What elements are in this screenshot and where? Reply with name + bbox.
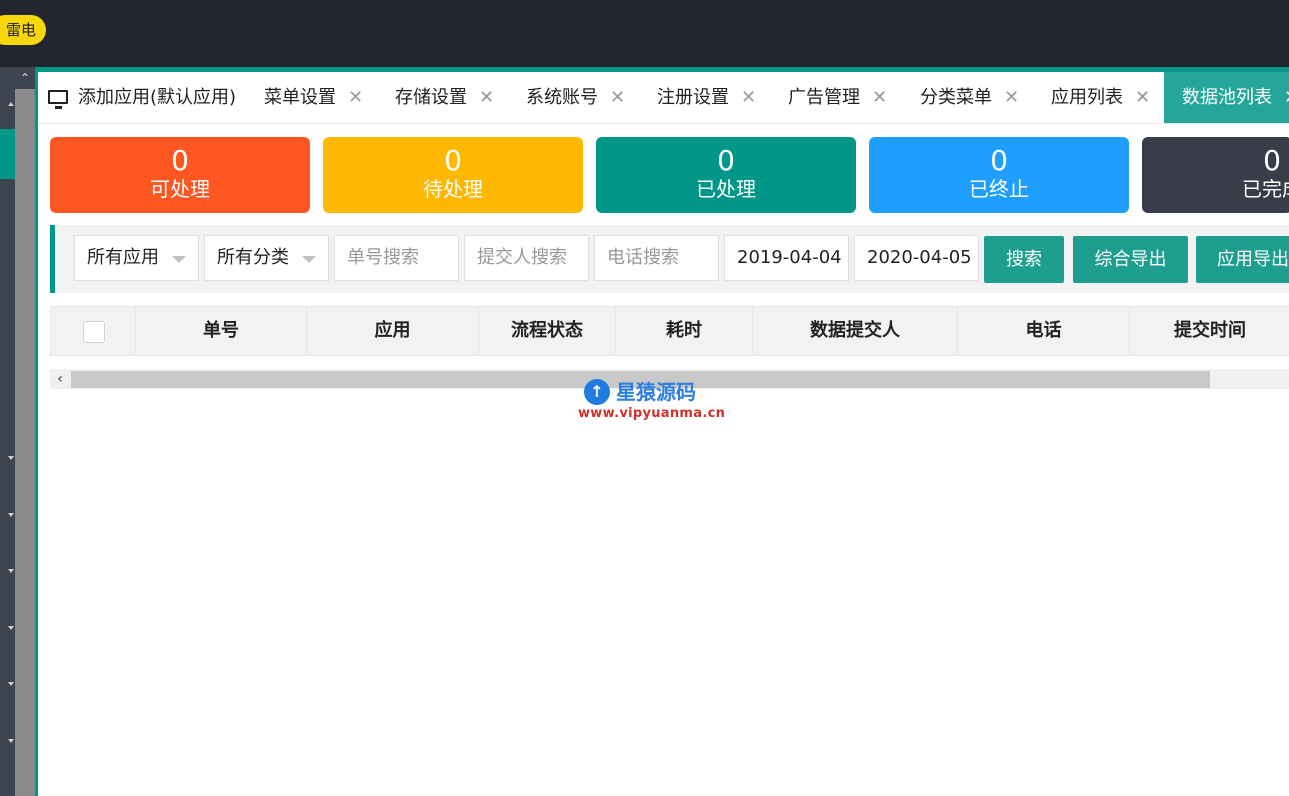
close-icon[interactable]: ✕ <box>479 87 494 108</box>
submitter-search-input[interactable]: 提交人搜索 <box>464 235 589 281</box>
date-end-input[interactable]: 2020-04-05 <box>854 235 979 281</box>
select-all-cell <box>51 307 136 355</box>
tab-label: 存储设置 <box>395 87 467 108</box>
stat-label: 已处理 <box>696 177 756 201</box>
sidebar-collapse-icon[interactable] <box>8 102 14 106</box>
stat-card-processable[interactable]: 0 可处理 <box>50 137 310 213</box>
chevron-down-icon <box>172 256 186 263</box>
stat-value: 0 <box>990 144 1008 177</box>
tab-label: 菜单设置 <box>264 87 336 108</box>
stat-label: 已终止 <box>969 177 1029 201</box>
close-icon[interactable]: ✕ <box>1004 87 1019 108</box>
sidebar-scrollbar[interactable]: ⌃ <box>15 67 35 796</box>
column-header[interactable]: 耗时 <box>616 307 753 355</box>
stat-label: 可处理 <box>150 177 210 201</box>
table-header: 单号 应用 流程状态 耗时 数据提交人 电话 提交时间 <box>50 306 1289 356</box>
tab-bar: 添加应用(默认应用) 菜单设置 ✕ 存储设置 ✕ 系统账号 ✕ 注册设置 ✕ 广告管理 ✕… <box>38 72 1289 124</box>
order-search-input[interactable]: 单号搜索 <box>334 235 459 281</box>
select-all-checkbox[interactable] <box>83 321 105 343</box>
column-header[interactable]: 提交时间 <box>1130 307 1289 355</box>
app-select-value: 所有应用 <box>87 247 159 268</box>
stat-label: 待处理 <box>423 177 483 201</box>
close-icon[interactable]: ✕ <box>1135 87 1150 108</box>
filter-bar: 所有应用 所有分类 单号搜索 提交人搜索 电话搜索 2019-04-04 202… <box>50 225 1289 293</box>
sidebar-item-active[interactable] <box>0 129 15 179</box>
stat-value: 0 <box>171 144 189 177</box>
main-content: 添加应用(默认应用) 菜单设置 ✕ 存储设置 ✕ 系统账号 ✕ 注册设置 ✕ 广告管理 ✕… <box>35 67 1289 796</box>
export-all-button[interactable]: 综合导出 <box>1073 236 1188 283</box>
close-icon[interactable]: ✕ <box>610 87 625 108</box>
top-header: 雷电 <box>0 0 1289 67</box>
watermark-name: 星猿源码 <box>616 380 696 404</box>
date-start-input[interactable]: 2019-04-04 <box>724 235 849 281</box>
phone-search-input[interactable]: 电话搜索 <box>594 235 719 281</box>
sidebar <box>0 67 15 796</box>
sidebar-expand-arrow-icon[interactable] <box>8 513 14 517</box>
stat-value: 0 <box>717 144 735 177</box>
stat-card-completed[interactable]: 0 已完成 <box>1142 137 1289 213</box>
column-header[interactable]: 流程状态 <box>479 307 616 355</box>
tab-label: 数据池列表 <box>1182 87 1272 108</box>
chevron-down-icon <box>302 256 316 263</box>
close-icon[interactable]: ✕ <box>348 87 363 108</box>
stat-card-terminated[interactable]: 0 已终止 <box>869 137 1129 213</box>
tab-label: 添加应用(默认应用) <box>78 87 237 108</box>
column-header[interactable]: 数据提交人 <box>753 307 958 355</box>
sidebar-expand-arrow-icon[interactable] <box>8 739 14 743</box>
monitor-icon <box>48 90 68 109</box>
tab-ad-management[interactable]: 广告管理 ✕ <box>788 72 887 123</box>
sidebar-expand-arrow-icon[interactable] <box>8 682 14 686</box>
app-select[interactable]: 所有应用 <box>74 235 199 281</box>
tab-register-settings[interactable]: 注册设置 ✕ <box>657 72 756 123</box>
stat-card-processed[interactable]: 0 已处理 <box>596 137 856 213</box>
category-select[interactable]: 所有分类 <box>204 235 329 281</box>
tab-add-app[interactable]: 添加应用(默认应用) <box>48 72 236 123</box>
tab-storage-settings[interactable]: 存储设置 ✕ <box>395 72 494 123</box>
scroll-up-icon[interactable]: ⌃ <box>15 67 35 89</box>
export-app-button[interactable]: 应用导出 <box>1196 236 1289 283</box>
close-icon[interactable]: ✕ <box>872 87 887 108</box>
search-button[interactable]: 搜索 <box>984 236 1064 283</box>
stat-value: 0 <box>1263 144 1281 177</box>
category-select-value: 所有分类 <box>217 247 289 268</box>
sidebar-expand-arrow-icon[interactable] <box>8 456 14 460</box>
sidebar-expand-arrow-icon[interactable] <box>8 626 14 630</box>
watermark: ↑ 星猿源码 www.vipyuanma.cn <box>578 375 725 425</box>
tab-system-accounts[interactable]: 系统账号 ✕ <box>526 72 625 123</box>
tab-menu-settings[interactable]: 菜单设置 ✕ <box>264 72 363 123</box>
stat-card-pending[interactable]: 0 待处理 <box>323 137 583 213</box>
tab-label: 系统账号 <box>526 87 598 108</box>
stat-label: 已完成 <box>1242 177 1289 201</box>
tab-app-list[interactable]: 应用列表 ✕ <box>1051 72 1150 123</box>
sidebar-expand-arrow-icon[interactable] <box>8 569 14 573</box>
tab-label: 分类菜单 <box>920 87 992 108</box>
tab-category-menu[interactable]: 分类菜单 ✕ <box>920 72 1019 123</box>
tab-data-pool-list[interactable]: 数据池列表 ✕ <box>1164 72 1289 123</box>
tab-label: 应用列表 <box>1051 87 1123 108</box>
close-icon[interactable]: ✕ <box>741 87 756 108</box>
close-icon[interactable]: ✕ <box>1284 87 1289 108</box>
column-header[interactable]: 电话 <box>958 307 1130 355</box>
tab-label: 注册设置 <box>657 87 729 108</box>
watermark-logo-icon: ↑ <box>584 379 610 405</box>
watermark-url: www.vipyuanma.cn <box>578 406 726 421</box>
column-header[interactable]: 单号 <box>136 307 307 355</box>
scroll-left-icon[interactable]: ‹ <box>50 369 70 389</box>
column-header[interactable]: 应用 <box>307 307 479 355</box>
tab-label: 广告管理 <box>788 87 860 108</box>
stat-value: 0 <box>444 144 462 177</box>
user-badge[interactable]: 雷电 <box>0 15 47 45</box>
